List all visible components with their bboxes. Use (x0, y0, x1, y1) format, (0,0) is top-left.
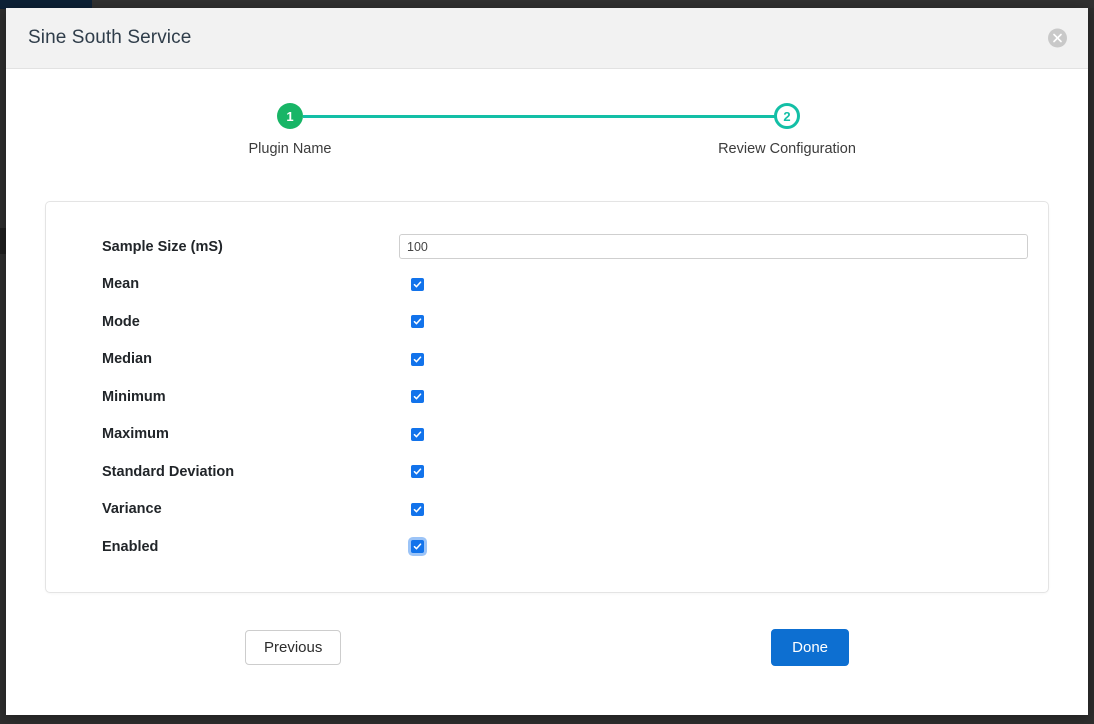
form-row-standard-deviation: Standard Deviation (66, 453, 1028, 491)
label-maximum: Maximum (66, 426, 404, 442)
form-row-variance: Variance (66, 491, 1028, 529)
label-median: Median (66, 351, 404, 367)
underlying-app-topbar-right (92, 0, 1094, 8)
form-row-median: Median (66, 341, 1028, 379)
form-row-maximum: Maximum (66, 416, 1028, 454)
dialog-body: 1 Plugin Name 2 Review Configuration Sam… (6, 103, 1088, 666)
step-1-circle[interactable]: 1 (277, 103, 303, 129)
step-2-label: Review Configuration (712, 141, 862, 157)
form-row-sample-size: Sample Size (mS) (66, 228, 1028, 266)
checkbox-median[interactable] (411, 353, 424, 366)
label-variance: Variance (66, 501, 404, 517)
step-2-circle[interactable]: 2 (774, 103, 800, 129)
checkbox-enabled[interactable] (411, 540, 424, 553)
checkbox-variance[interactable] (411, 503, 424, 516)
checkbox-standard-deviation[interactable] (411, 465, 424, 478)
step-1-label: Plugin Name (215, 141, 365, 157)
label-enabled: Enabled (66, 539, 404, 555)
checkbox-mean[interactable] (411, 278, 424, 291)
done-button[interactable]: Done (771, 629, 849, 666)
dialog-title: Sine South Service (28, 27, 191, 49)
service-configuration-dialog: Sine South Service 1 Plugin Name 2 (6, 8, 1088, 715)
label-standard-deviation: Standard Deviation (66, 464, 404, 480)
dialog-footer: Previous Done (45, 629, 1049, 666)
wizard-stepper: 1 Plugin Name 2 Review Configuration (6, 103, 1088, 199)
form-row-mean: Mean (66, 266, 1028, 304)
sample-size-input[interactable] (399, 234, 1028, 259)
label-mean: Mean (66, 276, 404, 292)
configuration-panel: Sample Size (mS) Mean Mode (45, 201, 1049, 593)
stepper-step-review-configuration[interactable]: 2 Review Configuration (712, 103, 862, 157)
form-row-minimum: Minimum (66, 378, 1028, 416)
step-2-number: 2 (783, 109, 790, 124)
checkbox-minimum[interactable] (411, 390, 424, 403)
label-sample-size: Sample Size (mS) (66, 239, 399, 255)
close-icon[interactable] (1048, 29, 1067, 48)
label-mode: Mode (66, 314, 404, 330)
checkbox-mode[interactable] (411, 315, 424, 328)
checkbox-maximum[interactable] (411, 428, 424, 441)
form-row-mode: Mode (66, 303, 1028, 341)
dialog-header: Sine South Service (6, 8, 1088, 69)
label-minimum: Minimum (66, 389, 404, 405)
stepper-step-plugin-name[interactable]: 1 Plugin Name (215, 103, 365, 157)
form-row-enabled: Enabled (66, 528, 1028, 566)
step-1-number: 1 (286, 109, 293, 124)
previous-button[interactable]: Previous (245, 630, 341, 665)
